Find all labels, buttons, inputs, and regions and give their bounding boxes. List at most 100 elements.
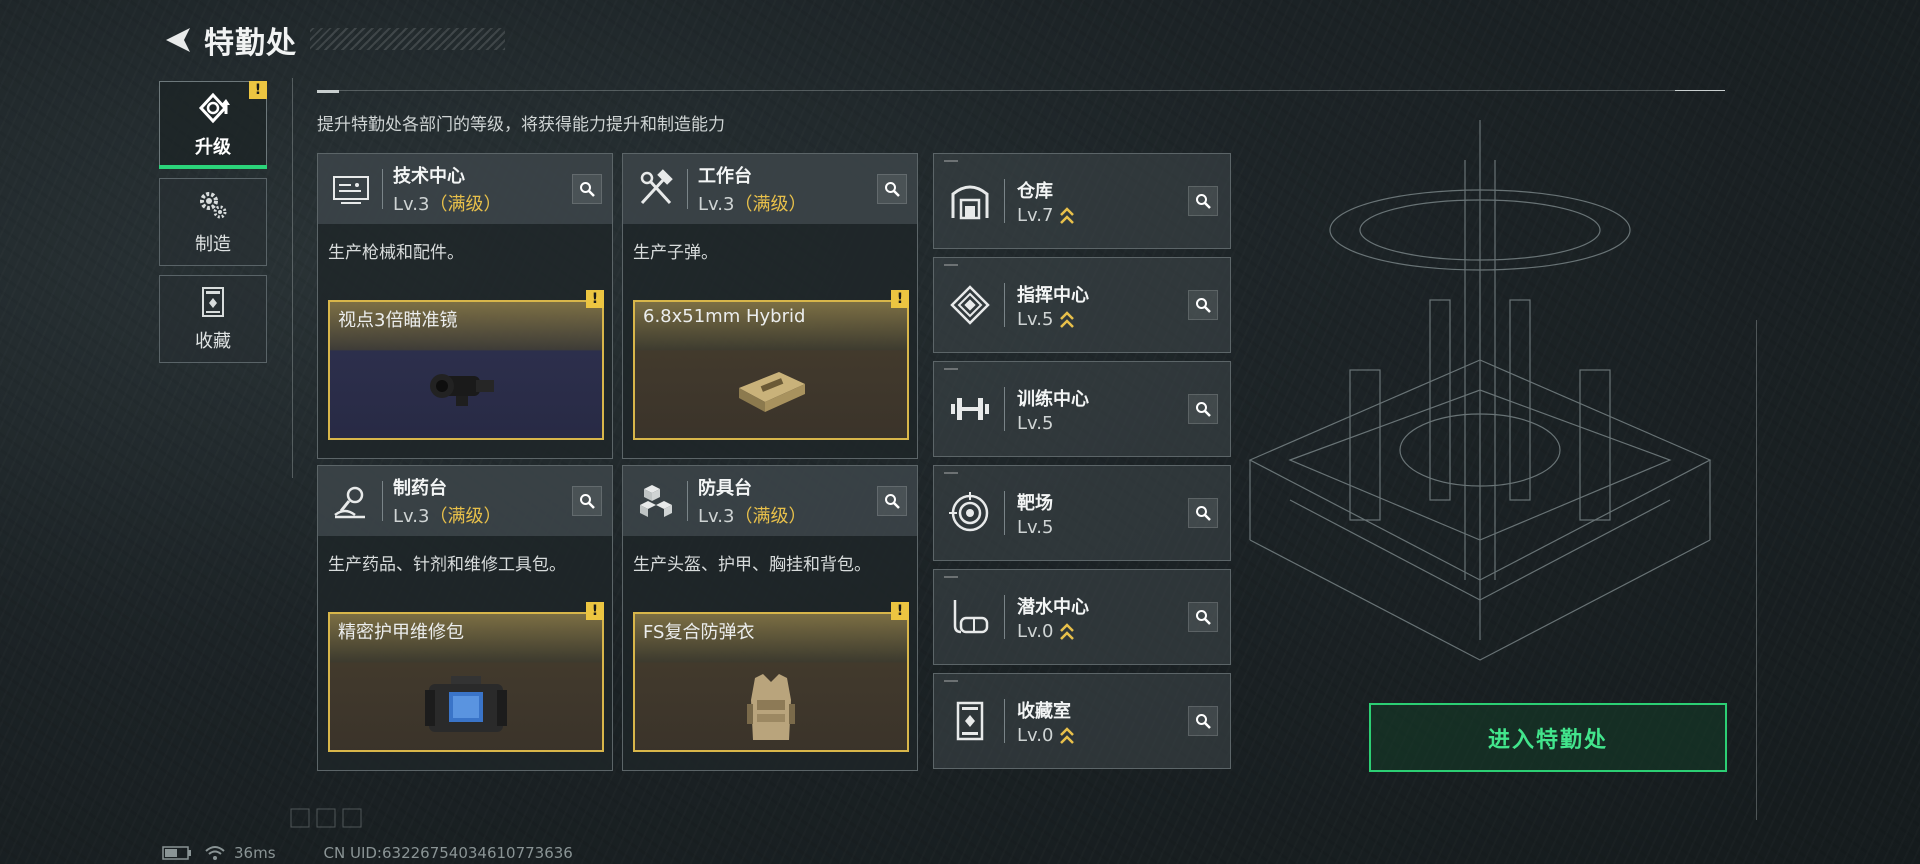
separator xyxy=(1004,595,1005,639)
search-icon xyxy=(1196,610,1211,625)
product-slot[interactable]: ! FS复合防弹衣 xyxy=(633,602,909,752)
facility-description: 生产药品、针剂和维修工具包。 xyxy=(328,555,566,575)
upgrade-available-icon xyxy=(1060,310,1075,328)
facility-card-training-center[interactable]: 训练中心 Lv.5 xyxy=(933,361,1231,457)
facility-level: Lv.3（满级） xyxy=(698,190,806,216)
facility-name: 训练中心 xyxy=(1017,388,1089,410)
facility-name: 技术中心 xyxy=(393,166,465,187)
facility-card-tech-center[interactable]: 技术中心 Lv.3（满级） 生产枪械和配件。 ! 视点3倍瞄准镜 xyxy=(317,153,613,459)
product-slot[interactable]: ! 视点3倍瞄准镜 xyxy=(328,290,604,440)
warehouse-icon xyxy=(946,177,994,225)
ping-value: 36ms xyxy=(234,844,276,862)
warning-badge: ! xyxy=(586,602,604,620)
frame-right-line xyxy=(1756,320,1757,820)
frame-left-line xyxy=(292,78,293,478)
inspect-button[interactable] xyxy=(572,174,602,204)
inspect-button[interactable] xyxy=(1188,498,1218,528)
inspect-button[interactable] xyxy=(877,486,907,516)
scope-image xyxy=(430,374,494,406)
separator xyxy=(687,481,688,521)
enter-headquarters-button[interactable]: 进入特勤处 xyxy=(1369,703,1727,772)
nav-item-upgrade[interactable]: ! 升级 xyxy=(159,81,267,169)
facility-name: 防具台 xyxy=(698,478,752,499)
facility-card-collection-room[interactable]: 收藏室 Lv.0 xyxy=(933,673,1231,769)
inspect-button[interactable] xyxy=(1188,602,1218,632)
nav-label: 收藏 xyxy=(195,331,231,352)
inspect-button[interactable] xyxy=(572,486,602,516)
separator xyxy=(1004,491,1005,535)
header: 特勤处 xyxy=(160,18,297,62)
title-decoration xyxy=(310,28,505,50)
workbench-icon xyxy=(633,166,679,212)
level-text: Lv.0 xyxy=(1017,620,1054,642)
search-icon xyxy=(885,182,900,197)
inspect-button[interactable] xyxy=(1188,394,1218,424)
facility-name: 仓库 xyxy=(1017,180,1053,202)
inspect-button[interactable] xyxy=(1188,290,1218,320)
upgrade-available-icon xyxy=(1060,206,1075,224)
nav-item-collection[interactable]: 收藏 xyxy=(159,275,267,363)
facility-name: 潜水中心 xyxy=(1017,596,1089,618)
collection-icon xyxy=(202,287,224,317)
product-name: FS复合防弹衣 xyxy=(643,622,755,643)
back-button[interactable] xyxy=(160,22,196,58)
product-name: 视点3倍瞄准镜 xyxy=(338,310,458,331)
facility-name: 工作台 xyxy=(698,166,752,187)
nav-label: 制造 xyxy=(195,234,231,255)
pharmacy-icon xyxy=(328,478,374,524)
facility-card-armor-bench[interactable]: 防具台 Lv.3（满级） 生产头盔、护甲、胸挂和背包。 ! FS复合防弹衣 xyxy=(622,465,918,771)
inspect-button[interactable] xyxy=(1188,706,1218,736)
separator xyxy=(382,169,383,209)
facility-name: 制药台 xyxy=(393,478,447,499)
wifi-icon xyxy=(205,846,225,860)
max-level-tag: （满级） xyxy=(734,506,807,527)
upgrade-icon xyxy=(198,92,230,124)
product-slot[interactable]: ! 精密护甲维修包 xyxy=(328,602,604,752)
level-text: Lv.5 xyxy=(1017,308,1054,330)
level-text: Lv.3 xyxy=(393,194,430,215)
upgrade-available-icon xyxy=(1060,622,1075,640)
facility-card-shooting-range[interactable]: 靶场 Lv.5 xyxy=(933,465,1231,561)
max-level-tag: （满级） xyxy=(429,194,502,215)
facility-card-command-center[interactable]: 指挥中心 Lv.5 xyxy=(933,257,1231,353)
upgrade-available-icon xyxy=(1060,726,1075,744)
card-header: 技术中心 Lv.3（满级） xyxy=(318,154,612,224)
facility-card-dive-center[interactable]: 潜水中心 Lv.0 xyxy=(933,569,1231,665)
search-icon xyxy=(1196,506,1211,521)
product-name: 6.8x51mm Hybrid xyxy=(643,306,806,327)
page-subtitle: 提升特勤处各部门的等级，将获得能力提升和制造能力 xyxy=(317,115,725,135)
facility-name: 收藏室 xyxy=(1017,700,1071,722)
frame-corner xyxy=(1675,90,1725,91)
facility-level: Lv.3（满级） xyxy=(393,190,501,216)
facility-card-pharmacy[interactable]: 制药台 Lv.3（满级） 生产药品、针剂和维修工具包。 ! 精密护甲维修包 xyxy=(317,465,613,771)
inspect-button[interactable] xyxy=(1188,186,1218,216)
warning-badge: ! xyxy=(249,81,267,99)
facility-card-warehouse[interactable]: 仓库 Lv.7 xyxy=(933,153,1231,249)
inspect-button[interactable] xyxy=(877,174,907,204)
collection-room-icon xyxy=(946,697,994,745)
level-text: Lv.0 xyxy=(1017,724,1054,746)
separator xyxy=(1004,179,1005,223)
repair-kit-image xyxy=(425,676,507,732)
warning-badge: ! xyxy=(891,290,909,308)
facility-description: 生产头盔、护甲、胸挂和背包。 xyxy=(633,555,871,575)
facility-description: 生产枪械和配件。 xyxy=(328,243,464,263)
level-text: Lv.7 xyxy=(1017,204,1054,226)
product-slot[interactable]: ! 6.8x51mm Hybrid xyxy=(633,290,909,440)
separator xyxy=(687,169,688,209)
armor-bench-icon xyxy=(633,478,679,524)
facility-name: 靶场 xyxy=(1017,492,1053,514)
facility-card-workbench[interactable]: 工作台 Lv.3（满级） 生产子弹。 ! 6.8x51mm Hybrid xyxy=(622,153,918,459)
headquarters-illustration xyxy=(1248,120,1712,661)
command-center-icon xyxy=(946,281,994,329)
separator xyxy=(382,481,383,521)
nav-item-craft[interactable]: 制造 xyxy=(159,178,267,266)
card-header: 工作台 Lv.3（满级） xyxy=(623,154,917,224)
separator xyxy=(1004,387,1005,431)
facility-level: Lv.7 xyxy=(1017,205,1075,226)
level-text: Lv.3 xyxy=(698,506,735,527)
facility-description: 生产子弹。 xyxy=(633,243,718,263)
status-bar: 36ms CN UID:63226754034610773636 xyxy=(162,844,573,862)
search-icon xyxy=(1196,194,1211,209)
level-text: Lv.3 xyxy=(698,194,735,215)
